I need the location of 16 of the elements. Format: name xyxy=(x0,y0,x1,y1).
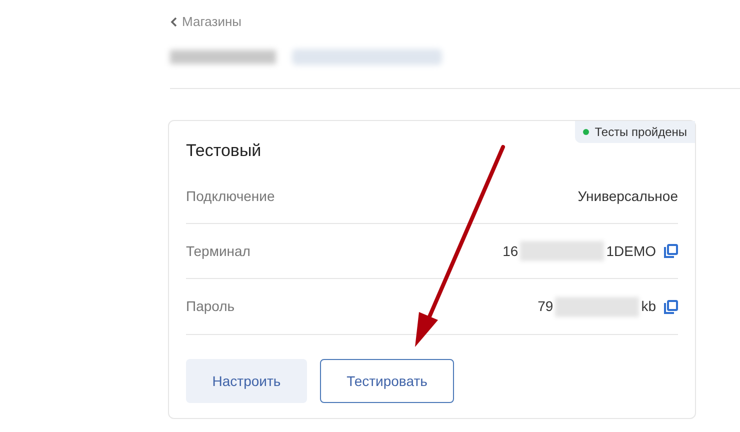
action-button[interactable]: Настроить xyxy=(186,359,307,403)
row-label: Терминал xyxy=(186,242,250,261)
connection-value: Универсальное xyxy=(578,186,678,206)
copy-icon[interactable] xyxy=(664,244,678,258)
row-label: Подключение xyxy=(186,186,275,206)
status-text: Тесты пройдены xyxy=(594,124,687,140)
value-start: 16 xyxy=(502,242,518,260)
action-button[interactable]: Тестировать xyxy=(320,359,454,403)
card-title: Тестовый xyxy=(186,140,262,162)
value-end: kb xyxy=(641,297,656,316)
value-end: 1DEMO xyxy=(606,242,656,260)
chevron-left-icon xyxy=(170,16,178,27)
copy-icon[interactable] xyxy=(664,300,678,314)
value-start: 79 xyxy=(538,297,554,316)
back-link[interactable]: Магазины xyxy=(170,12,242,32)
row-label: Пароль xyxy=(186,297,235,316)
